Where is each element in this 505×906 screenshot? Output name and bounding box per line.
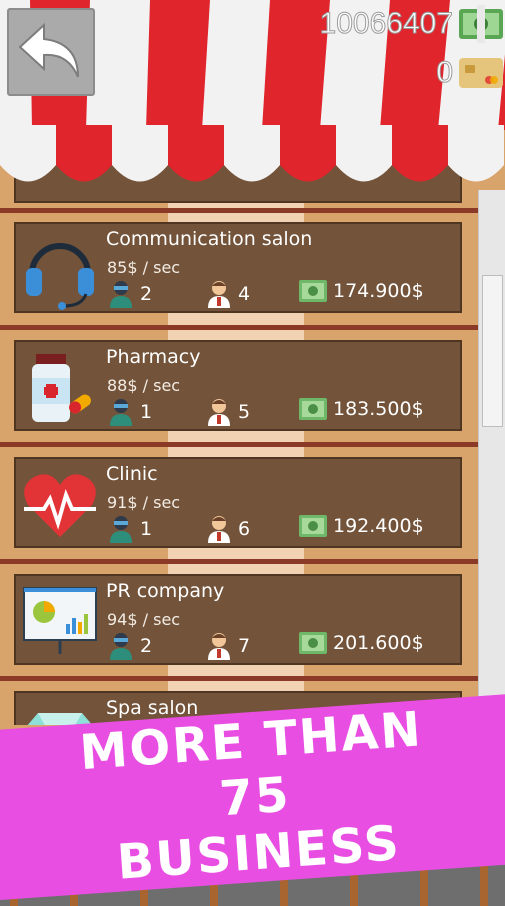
business-rate: 88$ / sec — [107, 376, 181, 395]
business-name: Clinic — [106, 463, 158, 485]
workers-stat: 2 — [108, 632, 152, 660]
managers-stat: 4 — [206, 280, 250, 308]
business-rate: 91$ / sec — [107, 493, 181, 512]
business-price: 174.900$ — [333, 280, 424, 302]
workers-count: 2 — [140, 635, 153, 657]
manager-icon — [208, 399, 230, 426]
headset-icon — [26, 243, 94, 310]
managers-stat: 7 — [206, 632, 250, 660]
worker-icon — [110, 281, 132, 308]
workers-stat: 1 — [108, 398, 152, 426]
managers-count: 4 — [238, 283, 251, 305]
medicine-bottle-icon — [32, 354, 91, 422]
scrollbar-thumb[interactable] — [482, 275, 503, 427]
money-counter: 10066407 — [319, 5, 503, 43]
credit-card-icon — [459, 58, 503, 88]
manager-icon — [208, 633, 230, 660]
cash-stack-icon — [459, 5, 503, 43]
price-stat: 201.600$ — [299, 632, 424, 654]
business-rate: 94$ / sec — [107, 610, 181, 629]
worker-icon — [110, 516, 132, 543]
managers-count: 6 — [238, 518, 251, 540]
workers-count: 1 — [140, 401, 153, 423]
managers-stat: 5 — [206, 398, 250, 426]
business-price: 183.500$ — [333, 398, 424, 420]
cash-icon — [299, 280, 327, 302]
manager-icon — [208, 516, 230, 543]
worker-icon — [110, 633, 132, 660]
price-stat: 183.500$ — [299, 398, 424, 420]
managers-count: 5 — [238, 401, 251, 423]
business-card-pharmacy[interactable]: Pharmacy 88$ / sec 1 5 183.500$ — [14, 340, 462, 431]
workers-count: 1 — [140, 518, 153, 540]
back-arrow-icon — [18, 22, 79, 78]
card-counter: 0 — [436, 56, 503, 90]
business-price: 201.600$ — [333, 632, 424, 654]
managers-count: 7 — [238, 635, 251, 657]
business-price: 192.400$ — [333, 515, 424, 537]
card-value: 0 — [436, 56, 454, 90]
price-stat: 174.900$ — [299, 280, 424, 302]
business-card-pr-company[interactable]: PR company 94$ / sec 2 7 201.600$ — [14, 574, 462, 665]
money-value: 10066407 — [319, 7, 453, 41]
back-button[interactable] — [7, 8, 95, 96]
business-rate: 85$ / sec — [107, 258, 181, 277]
worker-icon — [110, 399, 132, 426]
workers-stat: 2 — [108, 280, 152, 308]
promo-banner-text: MORE THAN 75 BUSINESS — [40, 699, 471, 896]
price-stat: 192.400$ — [299, 515, 424, 537]
cash-icon — [299, 515, 327, 537]
workers-stat: 1 — [108, 515, 152, 543]
workers-count: 2 — [140, 283, 153, 305]
business-card-clinic[interactable]: Clinic 91$ / sec 1 6 192.400$ — [14, 457, 462, 548]
cash-icon — [299, 398, 327, 420]
managers-stat: 6 — [206, 515, 250, 543]
business-name: PR company — [106, 580, 225, 602]
business-name: Pharmacy — [106, 346, 201, 368]
presentation-board-icon — [23, 587, 97, 654]
business-card-communication-salon[interactable]: Communication salon 85$ / sec 2 4 174.90… — [14, 222, 462, 313]
business-name: Communication salon — [106, 228, 313, 250]
heart-pulse-icon — [24, 474, 96, 537]
scrollbar[interactable] — [478, 190, 505, 750]
manager-icon — [208, 281, 230, 308]
cash-icon — [299, 632, 327, 654]
